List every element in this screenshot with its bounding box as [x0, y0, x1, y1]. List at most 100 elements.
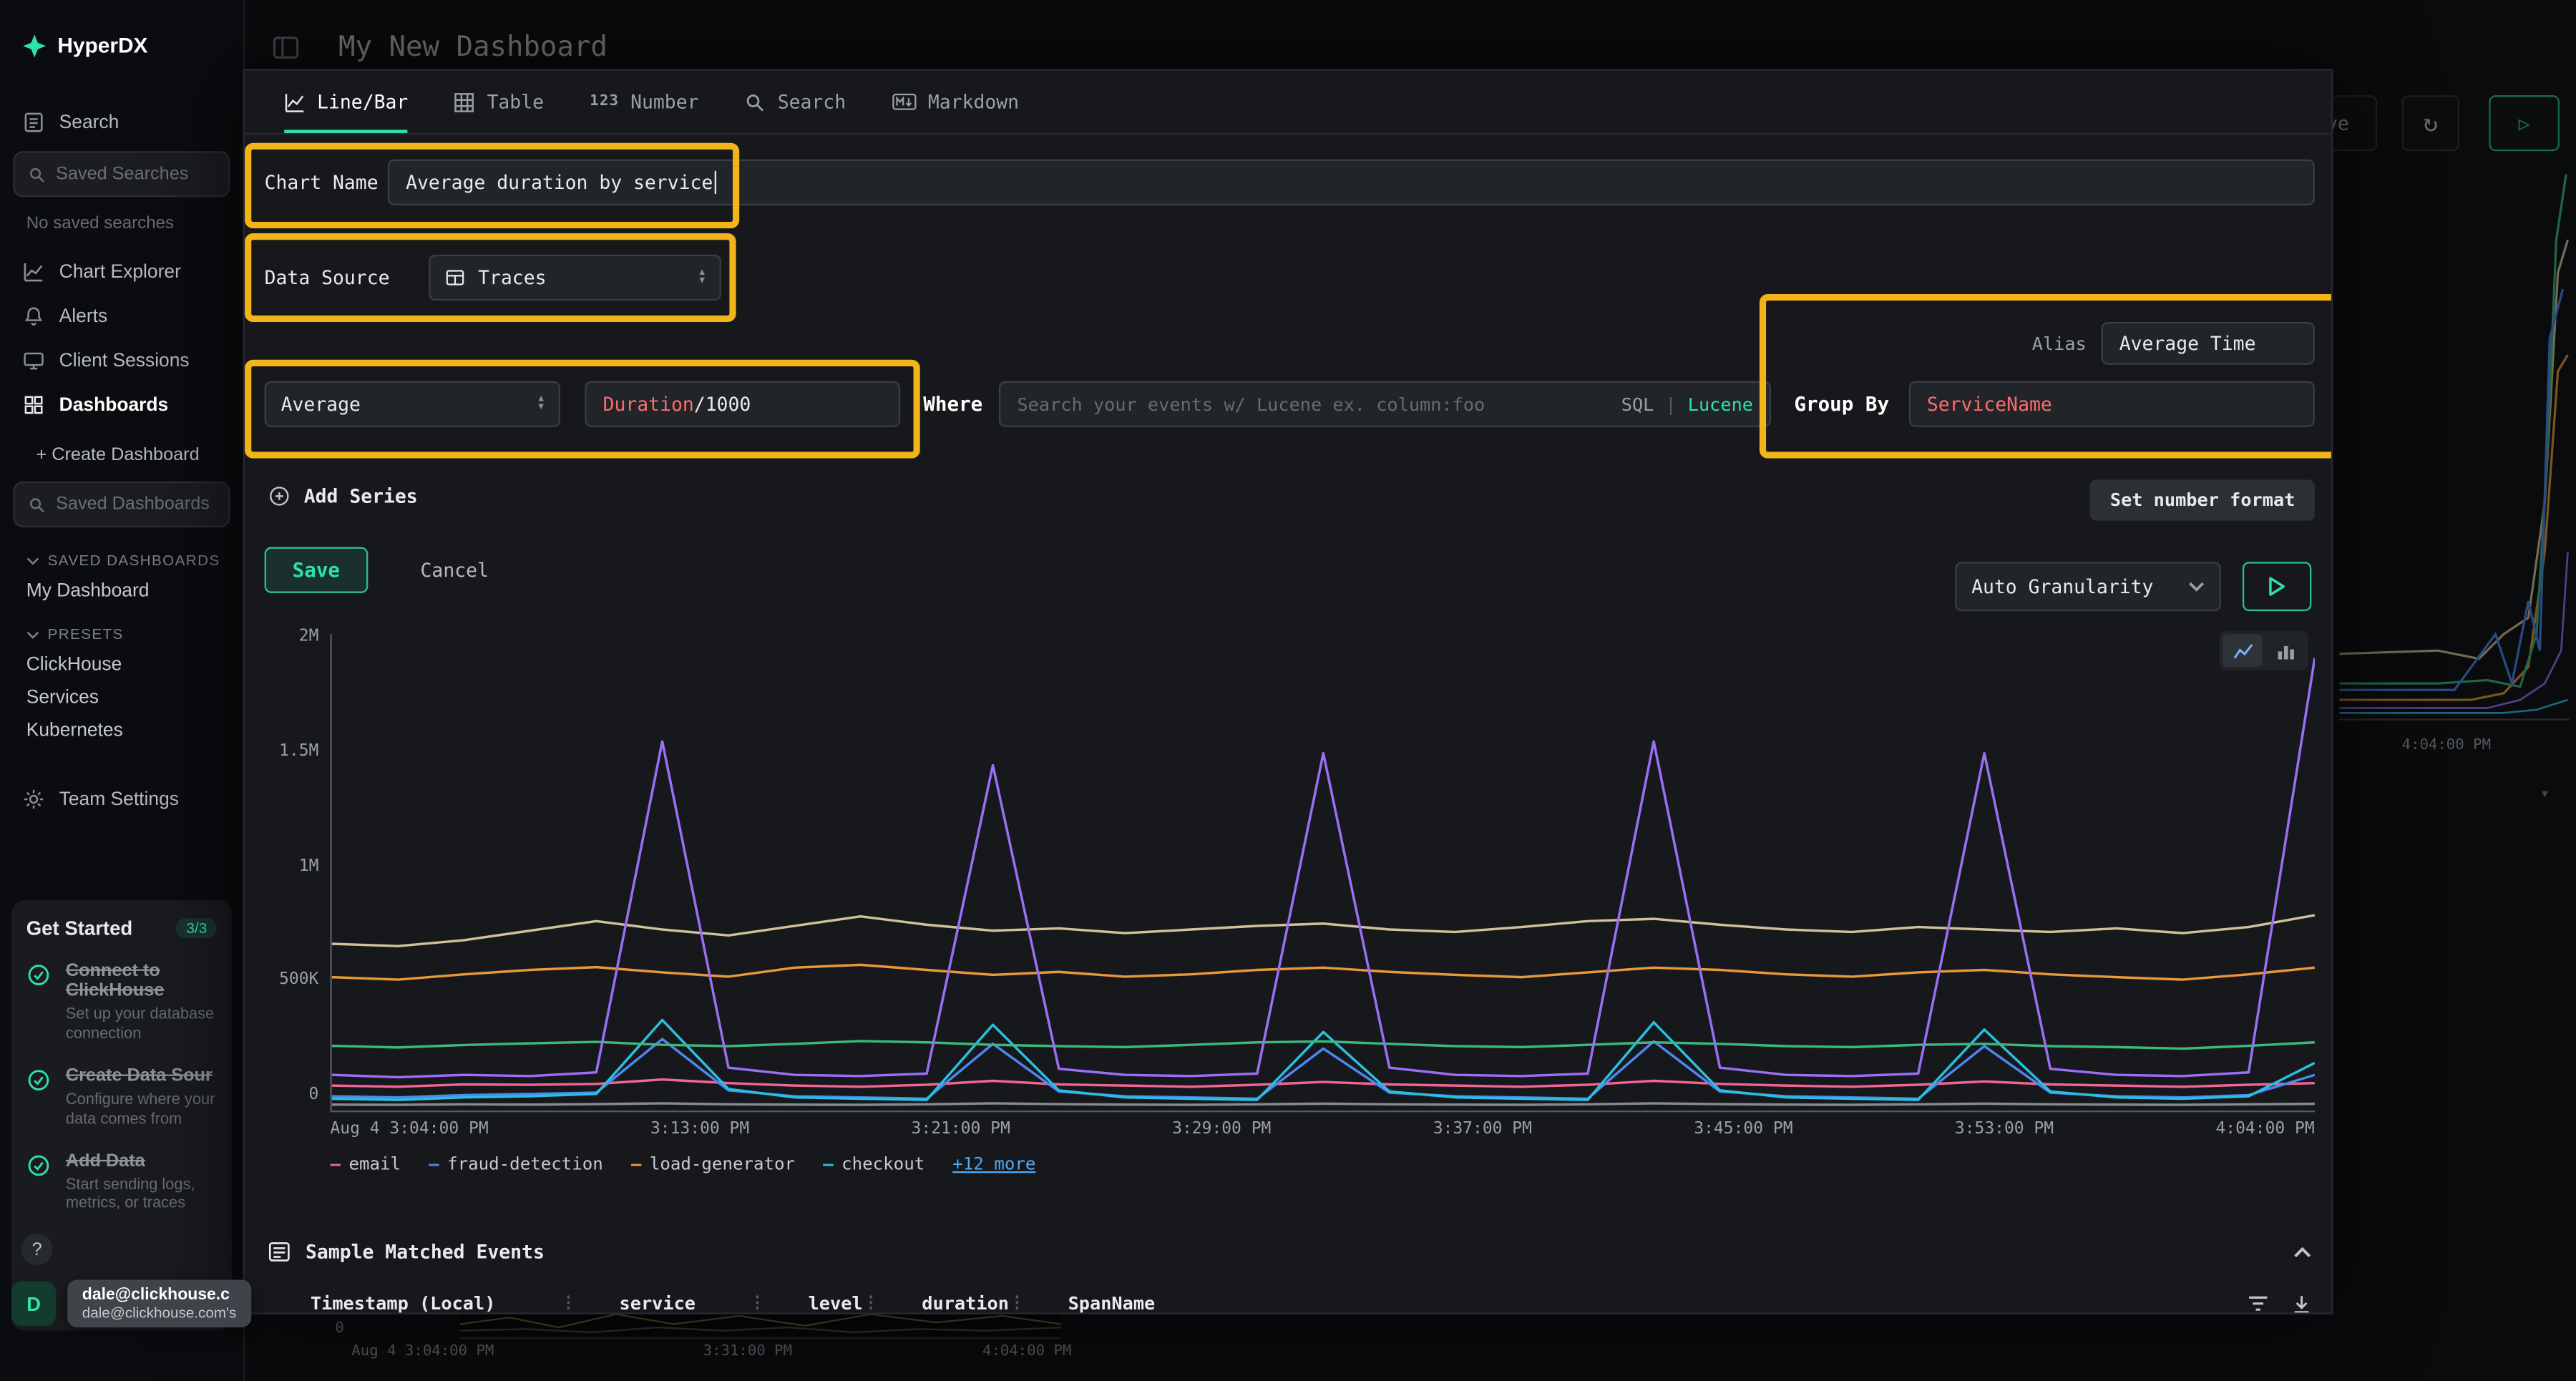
group-by-label: Group By	[1794, 393, 1889, 416]
get-started-item[interactable]: Connect to ClickHouse Set up your databa…	[26, 961, 217, 1045]
data-source-label: Data Source	[265, 266, 429, 289]
chart-y-axis: 2M 1.5M 1M 500K 0	[265, 628, 331, 1104]
tab-markdown[interactable]: Markdown	[892, 71, 1019, 133]
legend-item[interactable]: — fraud-detection	[429, 1155, 603, 1175]
table-icon	[445, 268, 465, 288]
saved-dashboards-section-header[interactable]: SAVED DASHBOARDS	[0, 527, 243, 568]
tab-number[interactable]: 123 Number	[590, 71, 698, 133]
tab-table[interactable]: Table	[454, 71, 544, 133]
sidebar-item-client-sessions[interactable]: Client Sessions	[0, 338, 243, 383]
play-icon	[2269, 577, 2285, 597]
sidebar-item-alerts[interactable]: Alerts	[0, 294, 243, 338]
group-by-input[interactable]: ServiceName	[1909, 381, 2315, 427]
column-header: level	[766, 1293, 863, 1314]
saved-dashboards-placeholder: Saved Dashboards	[56, 494, 210, 514]
line-chart-icon	[284, 91, 306, 112]
alias-input[interactable]: Average Time	[2101, 322, 2314, 365]
lucene-toggle[interactable]: Lucene	[1688, 394, 1753, 415]
get-started-item[interactable]: Create Data Sour Configure where your da…	[26, 1065, 217, 1129]
download-icon[interactable]	[2292, 1294, 2312, 1314]
chart-x-axis: Aug 4 3:04:00 PM 3:13:00 PM 3:21:00 PM 3…	[330, 1112, 2314, 1138]
sample-events-table-header: Timestamp (Local) ⋮ service ⋮ level ⋮ du…	[268, 1293, 2311, 1314]
create-dashboard-button[interactable]: + Create Dashboard	[0, 427, 243, 468]
aggregation-field-input[interactable]: Duration/1000	[585, 381, 900, 427]
chevron-down-icon	[2188, 582, 2205, 592]
add-series-button[interactable]: Add Series	[268, 484, 418, 507]
chevron-down-icon	[26, 556, 39, 564]
no-saved-searches-note: No saved searches	[0, 197, 243, 237]
data-source-select[interactable]: Traces ▲▼	[429, 255, 721, 301]
plus-circle-icon	[268, 484, 291, 507]
select-arrows-icon: ▲▼	[538, 396, 544, 412]
help-button[interactable]: ?	[21, 1234, 53, 1265]
annotation-group-by	[1760, 294, 2333, 459]
legend-item[interactable]: — checkout	[823, 1155, 924, 1175]
chevron-down-icon	[26, 630, 39, 638]
cancel-button[interactable]: Cancel	[411, 557, 499, 583]
main-chart-svg	[332, 634, 2315, 1111]
chart-panel: 2M 1.5M 1M 500K 0	[265, 634, 2315, 1174]
sidebar-item-label: Alerts	[59, 306, 108, 326]
sidebar-item-my-dashboard[interactable]: My Dashboard	[0, 568, 243, 601]
get-started-item-title: Connect to ClickHouse	[66, 961, 165, 1000]
sidebar-item-dashboards[interactable]: Dashboards	[0, 383, 243, 427]
chart-legend: — email — fraud-detection — load-generat…	[330, 1155, 2314, 1175]
legend-item[interactable]: — load-generator	[631, 1155, 795, 1175]
sidebar: HyperDX Search Saved Searches No saved s…	[0, 0, 245, 1381]
sidebar-item-chart-explorer[interactable]: Chart Explorer	[0, 250, 243, 294]
check-circle-icon	[26, 1153, 53, 1215]
monitor-icon	[23, 350, 44, 371]
markdown-icon	[892, 92, 916, 112]
user-menu[interactable]: D dale@clickhouse.c dale@clickhouse.com'…	[11, 1280, 251, 1328]
sidebar-item-search[interactable]: Search	[0, 100, 243, 145]
save-button[interactable]: Save	[265, 547, 368, 593]
legend-more-link[interactable]: +12 more	[952, 1155, 1035, 1175]
sidebar-item-label: Client Sessions	[59, 351, 190, 371]
sidebar-item-preset-kubernetes[interactable]: Kubernetes	[0, 708, 243, 741]
saved-searches-placeholder: Saved Searches	[56, 165, 188, 185]
presets-section-header[interactable]: PRESETS	[0, 601, 243, 642]
alias-label: Alias	[2032, 333, 2087, 354]
get-started-title: Get Started	[26, 917, 133, 940]
get-started-item-desc: Configure where your data comes from	[66, 1090, 217, 1130]
sidebar-item-label: Team Settings	[59, 789, 179, 809]
hyperdx-logo-icon	[23, 34, 46, 57]
sidebar-item-preset-clickhouse[interactable]: ClickHouse	[0, 643, 243, 675]
get-started-item[interactable]: Add Data Start sending logs, metrics, or…	[26, 1151, 217, 1214]
sample-events-title: Sample Matched Events	[306, 1240, 545, 1263]
legend-item[interactable]: — email	[330, 1155, 401, 1175]
brand[interactable]: HyperDX	[0, 0, 243, 57]
sql-toggle[interactable]: SQL	[1621, 394, 1654, 415]
filter-icon[interactable]	[2248, 1294, 2269, 1314]
granularity-select[interactable]: Auto Granularity	[1955, 562, 2221, 611]
select-arrows-icon: ▲▼	[699, 270, 705, 286]
saved-dashboards-input[interactable]: Saved Dashboards	[13, 482, 230, 527]
chart-editor-modal: Line/Bar Table 123 Number Search	[243, 69, 2333, 1314]
tab-line-bar[interactable]: Line/Bar	[284, 71, 408, 133]
chart-name-label: Chart Name	[265, 171, 388, 194]
table-icon	[454, 91, 476, 112]
where-search-input[interactable]: Search your events w/ Lucene ex. column:…	[999, 381, 1771, 427]
saved-searches-input[interactable]: Saved Searches	[13, 151, 230, 197]
set-number-format-button[interactable]: Set number format	[2090, 479, 2315, 520]
magnifier-icon	[745, 91, 766, 112]
chart-plot-area[interactable]	[330, 634, 2314, 1112]
bell-icon	[23, 306, 44, 327]
sidebar-item-team-settings[interactable]: Team Settings	[0, 777, 243, 821]
column-header: service	[577, 1293, 749, 1314]
gear-icon	[23, 789, 44, 810]
tab-search[interactable]: Search	[745, 71, 846, 133]
collapse-chevron-icon[interactable]	[2293, 1246, 2311, 1257]
where-label: Where	[923, 393, 982, 416]
bar-chart-toggle-icon[interactable]	[2265, 634, 2305, 667]
aggregation-select[interactable]: Average ▲▼	[265, 381, 560, 427]
check-circle-icon	[26, 962, 53, 1044]
get-started-badge: 3/3	[177, 918, 217, 938]
chart-name-input[interactable]: Average duration by service	[388, 160, 2315, 205]
run-chart-button[interactable]	[2243, 562, 2311, 611]
text-caret	[715, 171, 717, 194]
line-chart-toggle-icon[interactable]	[2223, 634, 2262, 667]
number-123-icon: 123	[590, 94, 619, 110]
user-email: dale@clickhouse.c	[82, 1287, 237, 1304]
sidebar-item-preset-services[interactable]: Services	[0, 675, 243, 708]
